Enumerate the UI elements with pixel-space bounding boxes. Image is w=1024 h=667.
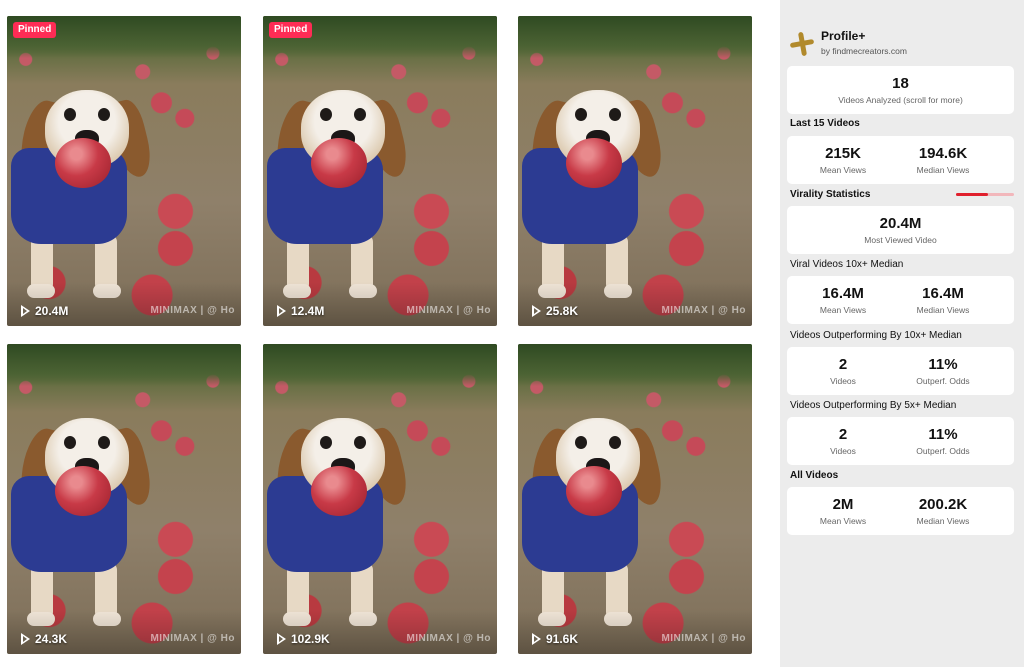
dog-thumbnail (263, 404, 412, 634)
outperf5x-odds-label: Outperf. Odds (916, 446, 970, 456)
video-card[interactable]: 102.9K MINIMAX | @ Ho (263, 344, 497, 654)
play-icon (532, 305, 541, 317)
view-count: 91.6K (532, 632, 578, 646)
viral10x-median-value: 16.4M (922, 285, 964, 302)
all-median-label: Median Views (916, 516, 970, 526)
view-count: 20.4M (21, 304, 68, 318)
outperf10x-card: 2 Videos 11% Outperf. Odds (787, 347, 1014, 395)
cross-logo-icon (790, 32, 814, 56)
all-median-value: 200.2K (918, 496, 968, 513)
all-mean-label: Mean Views (819, 516, 867, 526)
all-mean-value: 2M (832, 496, 854, 513)
view-count-text: 24.3K (35, 632, 68, 646)
most-viewed-value: 20.4M (879, 215, 922, 232)
outperf5x-videos-label: Videos (830, 446, 856, 456)
last15-card: 215K Mean Views 194.6K Median Views (787, 136, 1014, 184)
most-viewed-card: 20.4M Most Viewed Video (787, 206, 1014, 254)
watermark: MINIMAX | @ Ho (150, 305, 235, 316)
video-grid: Pinned 20.4M MINIMAX | @ Ho Pinned 12.4M… (0, 0, 780, 667)
video-card[interactable]: Pinned 20.4M MINIMAX | @ Ho (7, 16, 241, 326)
panel-subtitle[interactable]: by findmecreators.com (821, 46, 907, 56)
dog-thumbnail (518, 404, 667, 634)
section-heading-outperf10x: Videos Outperforming By 10x+ Median (790, 330, 962, 341)
view-count: 102.9K (277, 632, 330, 646)
most-viewed-label: Most Viewed Video (864, 235, 937, 245)
pinned-badge: Pinned (13, 22, 57, 38)
play-icon (21, 633, 30, 645)
outperf10x-odds-value: 11% (928, 356, 958, 373)
all-videos-card: 2M Mean Views 200.2K Median Views (787, 487, 1014, 535)
dog-thumbnail (263, 76, 412, 306)
video-card[interactable]: 91.6K MINIMAX | @ Ho (518, 344, 752, 654)
play-icon (277, 305, 286, 317)
outperf5x-card: 2 Videos 11% Outperf. Odds (787, 417, 1014, 465)
view-count-text: 102.9K (291, 632, 330, 646)
video-card[interactable]: 25.8K MINIMAX | @ Ho (518, 16, 752, 326)
videos-analyzed-card: 18 Videos Analyzed (scroll for more) (787, 66, 1014, 114)
viral10x-card: 16.4M Mean Views 16.4M Median Views (787, 276, 1014, 324)
section-heading-viral10x: Viral Videos 10x+ Median (790, 259, 904, 270)
panel-header: Profile+ by findmecreators.com (790, 26, 1010, 60)
watermark: MINIMAX | @ Ho (661, 305, 746, 316)
last15-median-value: 194.6K (918, 145, 968, 162)
viral10x-mean-label: Mean Views (819, 305, 867, 315)
view-count-text: 91.6K (546, 632, 579, 646)
section-heading-all-videos: All Videos (790, 470, 839, 481)
last15-mean-label: Mean Views (819, 165, 867, 175)
thumbnail-foliage (263, 344, 497, 386)
outperf10x-odds-label: Outperf. Odds (916, 376, 970, 386)
viral10x-mean-value: 16.4M (822, 285, 864, 302)
pinned-badge: Pinned (269, 22, 313, 38)
outperf5x-odds-value: 11% (928, 426, 958, 443)
view-count: 25.8K (532, 304, 578, 318)
view-count-text: 12.4M (291, 304, 325, 318)
section-heading-outperf5x: Videos Outperforming By 5x+ Median (790, 400, 957, 411)
view-count-text: 20.4M (35, 304, 69, 318)
outperf5x-videos-value: 2 (838, 426, 848, 443)
videos-analyzed-count: 18 (892, 75, 909, 92)
view-count: 24.3K (21, 632, 67, 646)
thumbnail-foliage (518, 16, 752, 58)
virality-progress-bar (956, 193, 1014, 196)
panel-title: Profile+ (821, 29, 866, 43)
section-heading-last15: Last 15 Videos (790, 118, 860, 129)
dog-thumbnail (518, 76, 667, 306)
watermark: MINIMAX | @ Ho (150, 633, 235, 644)
viral10x-median-label: Median Views (916, 305, 970, 315)
watermark: MINIMAX | @ Ho (406, 633, 491, 644)
watermark: MINIMAX | @ Ho (406, 305, 491, 316)
play-icon (21, 305, 30, 317)
last15-median-label: Median Views (916, 165, 970, 175)
watermark: MINIMAX | @ Ho (661, 633, 746, 644)
video-card[interactable]: Pinned 12.4M MINIMAX | @ Ho (263, 16, 497, 326)
section-heading-virality: Virality Statistics (790, 189, 871, 200)
virality-progress-fill (956, 193, 988, 196)
play-icon (277, 633, 286, 645)
dog-thumbnail (7, 404, 156, 634)
dog-thumbnail (7, 76, 156, 306)
view-count: 12.4M (277, 304, 324, 318)
video-card[interactable]: 24.3K MINIMAX | @ Ho (7, 344, 241, 654)
videos-analyzed-label: Videos Analyzed (scroll for more) (838, 95, 963, 105)
outperf10x-videos-value: 2 (838, 356, 848, 373)
outperf10x-videos-label: Videos (830, 376, 856, 386)
thumbnail-foliage (518, 344, 752, 386)
thumbnail-foliage (7, 344, 241, 386)
view-count-text: 25.8K (546, 304, 579, 318)
last15-mean-value: 215K (825, 145, 861, 162)
play-icon (532, 633, 541, 645)
